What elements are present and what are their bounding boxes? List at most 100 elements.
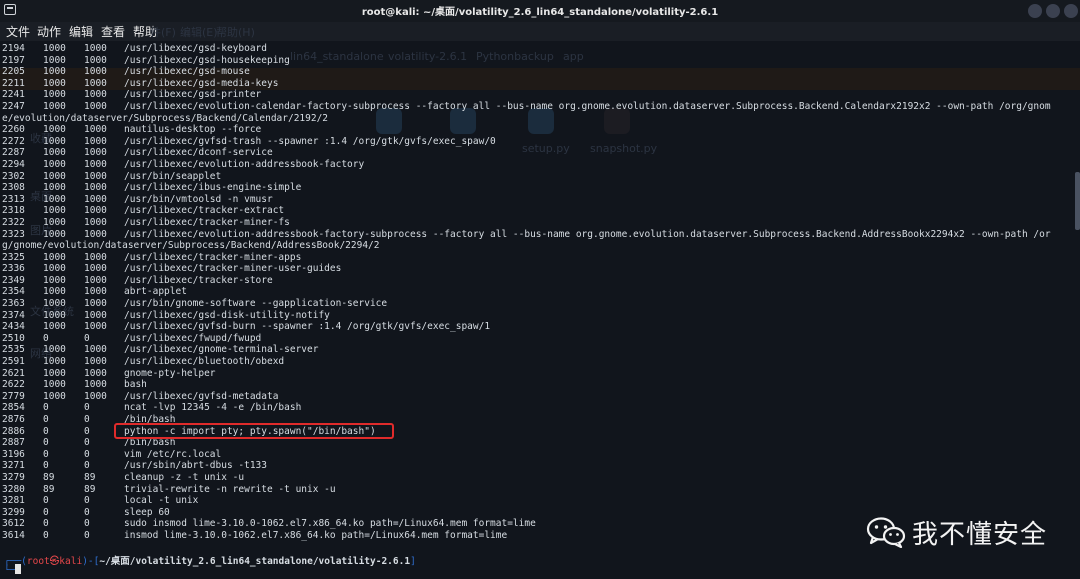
process-pid: 2205 — [2, 66, 25, 78]
process-command: g/gnome/evolution/dataserver/Subprocess/… — [2, 240, 380, 252]
process-uid: 0 — [43, 332, 49, 344]
process-pid: 2363 — [2, 298, 25, 310]
process-pid: 2318 — [2, 205, 25, 217]
process-gid: 1000 — [84, 251, 107, 263]
process-uid: 0 — [43, 495, 49, 507]
process-pid: 3280 — [2, 483, 25, 495]
process-command: /usr/libexec/gsd-disk-utility-notify — [124, 309, 330, 321]
process-pid: 3612 — [2, 518, 25, 530]
text-cursor — [15, 564, 22, 574]
process-row: 2302 1000 1000/usr/bin/seapplet — [0, 171, 1080, 183]
process-gid: 1000 — [84, 274, 107, 286]
process-row: 2374 1000 1000/usr/libexec/gsd-disk-utilit… — [0, 310, 1080, 322]
process-uid: 1000 — [43, 298, 66, 310]
process-uid: 0 — [43, 437, 49, 449]
process-command: sudo insmod lime-3.10.0-1062.el7.x86_64.… — [124, 518, 536, 530]
menu-file[interactable]: 文件 — [6, 23, 30, 40]
process-row: 2194 1000 1000/usr/libexec/gsd-keyboard — [0, 43, 1080, 55]
process-row: 2294 1000 1000/usr/libexec/evolution-addre… — [0, 159, 1080, 171]
process-uid: 89 — [43, 471, 55, 483]
scrollbar-thumb[interactable] — [1075, 172, 1080, 230]
process-row: 2434 1000 1000/usr/libexec/gvfsd-burn --sp… — [0, 321, 1080, 333]
process-command: /usr/libexec/gsd-printer — [124, 89, 262, 101]
process-row: 2354 1000 1000 abrt-applet — [0, 286, 1080, 298]
process-uid: 0 — [43, 402, 49, 414]
process-uid: 1000 — [43, 251, 66, 263]
process-command: e/evolution/dataserver/Subprocess/Backen… — [2, 112, 329, 124]
process-command: /usr/libexec/gsd-media-keys — [124, 77, 279, 89]
prompt-path: ~/桌面/volatility_2.6_lin64_standalone/vol… — [99, 556, 411, 567]
process-row: 2260 1000 1000 nautilus-desktop --force — [0, 124, 1080, 136]
prompt-line2: └─ — [4, 565, 16, 576]
process-gid: 0 — [84, 495, 90, 507]
process-row: 2535 1000 1000/usr/libexec/gnome-terminal-… — [0, 344, 1080, 356]
process-pid: 2535 — [2, 344, 25, 356]
process-uid: 0 — [43, 529, 49, 541]
process-pid: 2434 — [2, 321, 25, 333]
process-row-continuation: e/evolution/dataserver/Subprocess/Backen… — [0, 113, 1080, 125]
process-row: 2510 0 0/usr/libexec/fwupd/fwupd — [0, 333, 1080, 345]
process-uid: 1000 — [43, 367, 66, 379]
process-command: gnome-pty-helper — [124, 367, 216, 379]
process-row: 2336 1000 1000/usr/libexec/tracker-miner-u… — [0, 263, 1080, 275]
process-gid: 0 — [84, 506, 90, 518]
process-uid: 0 — [43, 425, 49, 437]
watermark-text: 我不懂安全 — [912, 520, 1048, 550]
process-gid: 1000 — [84, 193, 107, 205]
process-pid: 3279 — [2, 471, 25, 483]
process-pid: 2194 — [2, 43, 25, 54]
process-gid: 1000 — [84, 344, 107, 356]
process-gid: 1000 — [84, 356, 107, 368]
process-row: 2318 1000 1000/usr/libexec/tracker-extract — [0, 205, 1080, 217]
process-row: 2308 1000 1000/usr/libexec/ibus-engine-sim… — [0, 182, 1080, 194]
process-uid: 1000 — [43, 344, 66, 356]
menu-action[interactable]: 动作 — [37, 23, 61, 40]
prompt-user: root — [26, 556, 50, 567]
process-command: /usr/libexec/tracker-miner-fs — [124, 216, 290, 228]
process-gid: 0 — [84, 425, 90, 437]
command-line[interactable]: └─ — [4, 564, 22, 576]
process-uid: 0 — [43, 448, 49, 460]
process-uid: 89 — [43, 483, 55, 495]
menu-edit[interactable]: 编辑 — [69, 23, 93, 40]
window-title: root@kali: ~/桌面/volatility_2.6_lin64_sta… — [361, 7, 719, 18]
process-uid: 1000 — [43, 66, 66, 78]
process-command: ncat -lvp 12345 -4 -e /bin/bash — [124, 402, 302, 414]
process-pid: 2323 — [2, 228, 25, 240]
close-button[interactable] — [1064, 4, 1078, 18]
prompt-separator: )-[ — [82, 556, 100, 567]
process-row: 2313 1000 1000/usr/bin/vmtoolsd -n vmusr — [0, 194, 1080, 206]
process-row: 2322 1000 1000/usr/libexec/tracker-miner-f… — [0, 217, 1080, 229]
process-command: /usr/bin/seapplet — [124, 170, 222, 182]
process-gid: 1000 — [84, 321, 107, 333]
process-gid: 1000 — [84, 298, 107, 310]
process-command: /usr/libexec/ibus-engine-simple — [124, 182, 302, 194]
process-uid: 1000 — [43, 54, 66, 66]
process-command: cleanup -z -t unix -u — [124, 471, 245, 483]
process-command: local -t unix — [124, 495, 199, 507]
process-pid: 2211 — [2, 77, 25, 89]
process-row: 2272 1000 1000/usr/libexec/gvfsd-trash --s… — [0, 136, 1080, 148]
maximize-button[interactable] — [1046, 4, 1060, 18]
process-gid: 1000 — [84, 147, 107, 159]
process-gid: 0 — [84, 448, 90, 460]
terminal-output[interactable]: 2194 1000 1000/usr/libexec/gsd-keyboard 219… — [0, 43, 1080, 568]
process-uid: 0 — [43, 518, 49, 530]
shell-prompt: ┌──(root㉿kali)-[~/桌面/volatility_2.6_lin6… — [4, 553, 416, 567]
process-pid: 2779 — [2, 390, 25, 402]
process-row: 2211 1000 1000/usr/libexec/gsd-media-keys — [0, 78, 1080, 90]
minimize-button[interactable] — [1028, 4, 1042, 18]
menu-view[interactable]: 查看 — [101, 23, 125, 40]
process-uid: 1000 — [43, 182, 66, 194]
process-command: /usr/libexec/evolution-addressbook-facto… — [124, 158, 365, 170]
process-gid: 1000 — [84, 89, 107, 101]
process-row: 2779 1000 1000/usr/libexec/gvfsd-metadata — [0, 391, 1080, 403]
process-command: /usr/sbin/abrt-dbus -t133 — [124, 460, 267, 472]
annotation-highlight-box — [114, 423, 394, 439]
process-command: /usr/libexec/gvfsd-trash --spawner :1.4 … — [124, 135, 496, 147]
process-row: 2197 1000 1000/usr/libexec/gsd-housekeepin… — [0, 55, 1080, 67]
process-pid: 2349 — [2, 274, 25, 286]
process-gid: 1000 — [84, 205, 107, 217]
process-pid: 2876 — [2, 414, 25, 425]
process-pid: 3281 — [2, 495, 25, 507]
